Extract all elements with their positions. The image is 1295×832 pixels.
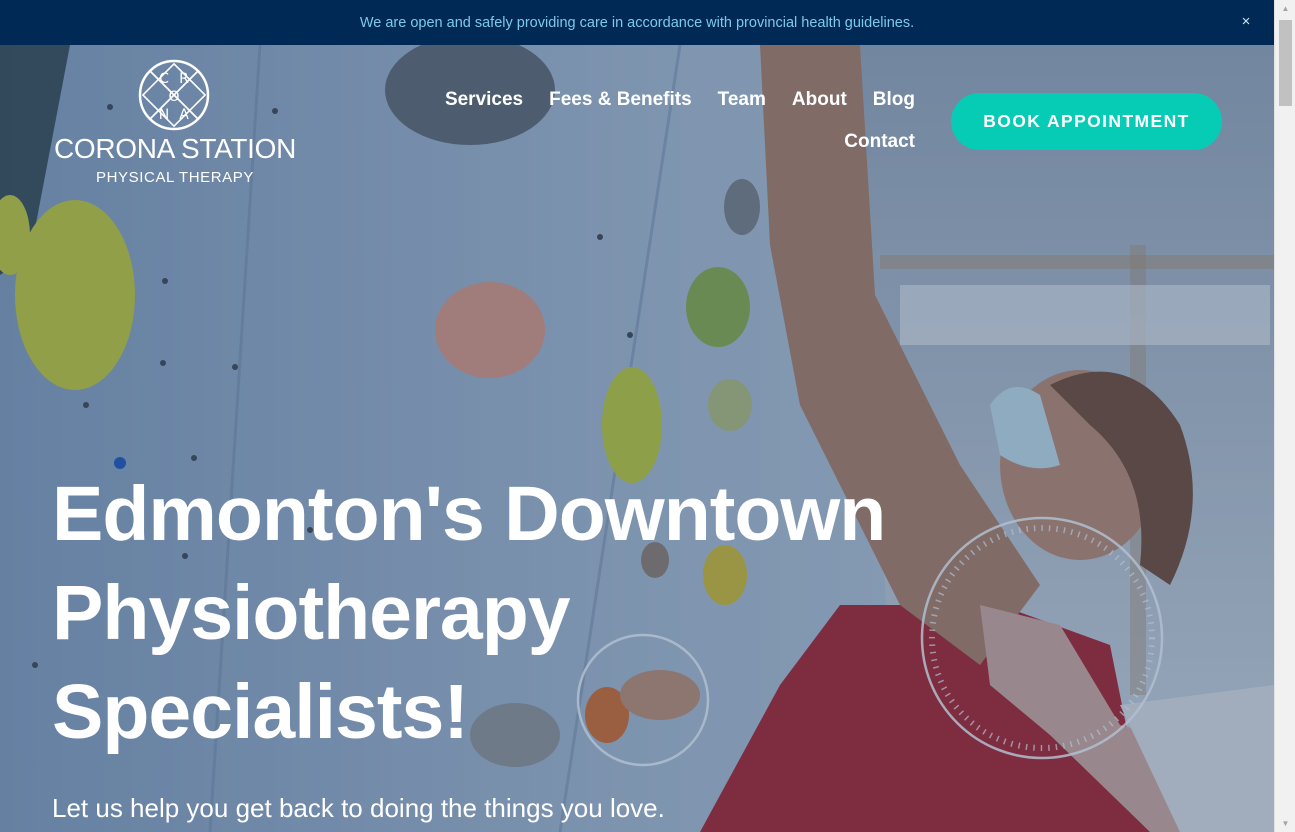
announcement-bar: We are open and safely providing care in… (0, 0, 1274, 45)
hero-headline: Edmonton's Downtown Physiotherapy Specia… (52, 465, 912, 762)
page-scrollbar[interactable]: ▲ ▼ (1274, 0, 1295, 832)
hero-headline-line: Edmonton's Downtown (52, 471, 886, 557)
announcement-text: We are open and safely providing care in… (359, 14, 915, 31)
book-appointment-button[interactable]: BOOK APPOINTMENT (951, 93, 1222, 150)
scrollbar-thumb[interactable] (1279, 20, 1292, 106)
scroll-down-icon[interactable]: ▼ (1275, 815, 1295, 832)
nav-row: Services Fees & Benefits Team About Blog (420, 89, 915, 111)
hero-subheadline: Let us help you get back to doing the th… (52, 793, 665, 823)
nav-item-services[interactable]: Services (445, 89, 523, 111)
close-icon[interactable]: × (1236, 12, 1256, 32)
logo[interactable]: C R O N A CORONA STATION PHYSICAL THERAP… (50, 59, 300, 189)
nav-item-team[interactable]: Team (718, 89, 766, 111)
logo-mark-icon: C R O N A (138, 59, 210, 131)
nav-item-fees-benefits[interactable]: Fees & Benefits (549, 89, 692, 111)
scroll-up-icon[interactable]: ▲ (1275, 0, 1295, 17)
nav-row: Contact (420, 131, 915, 153)
hero-section: C R O N A CORONA STATION PHYSICAL THERAP… (0, 45, 1274, 832)
logo-subtitle: PHYSICAL THERAPY (96, 169, 254, 186)
logo-letter-a: A (179, 107, 189, 123)
hero-headline-line: Specialists! (52, 669, 469, 755)
logo-letter-o: O (168, 89, 179, 105)
main-nav: Services Fees & Benefits Team About Blog… (420, 89, 915, 153)
nav-item-contact[interactable]: Contact (844, 131, 915, 153)
hero-headline-line: Physiotherapy (52, 570, 571, 656)
logo-letter-r: R (179, 71, 189, 87)
logo-letter-n: N (159, 107, 169, 123)
logo-letter-c: C (159, 71, 169, 87)
nav-item-about[interactable]: About (792, 89, 847, 111)
logo-name: CORONA STATION (53, 133, 297, 164)
nav-item-blog[interactable]: Blog (873, 89, 915, 111)
